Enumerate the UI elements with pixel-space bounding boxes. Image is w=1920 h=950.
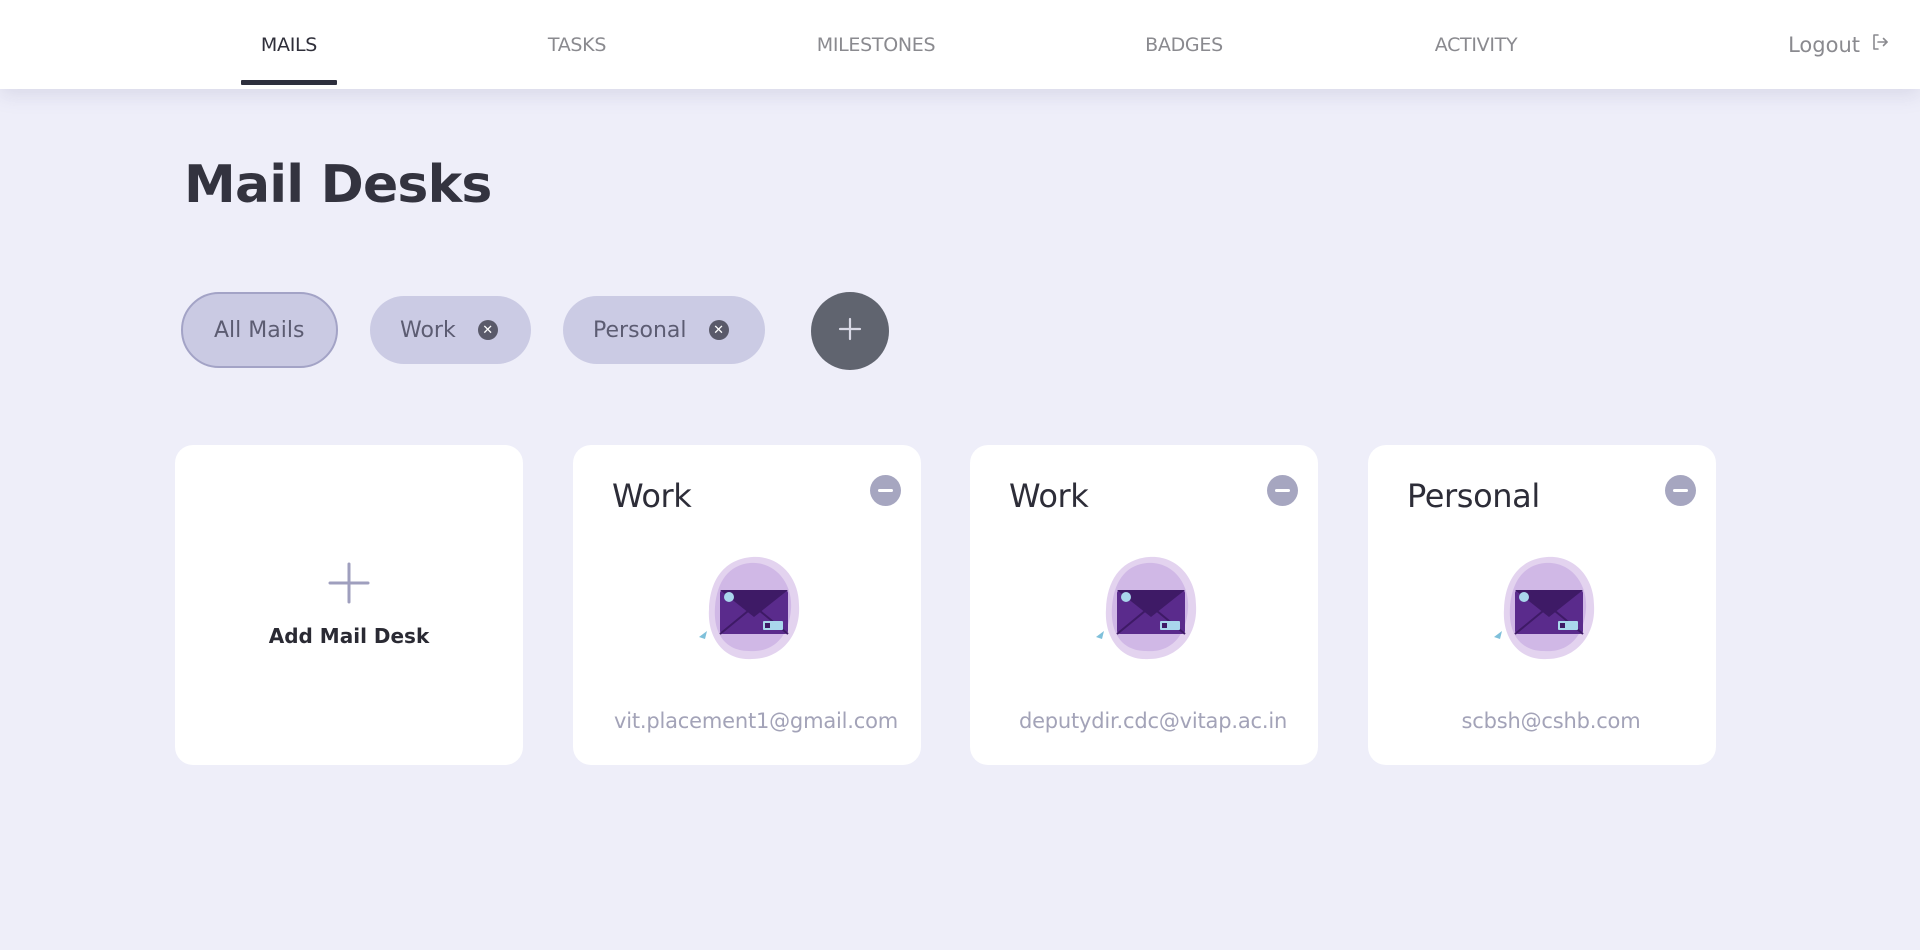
- mail-envelope-illustration: [695, 553, 805, 663]
- tab-tasks[interactable]: TASKS: [536, 0, 618, 89]
- mail-envelope-illustration: [1490, 553, 1600, 663]
- filter-chip-label: Work: [400, 317, 456, 343]
- minus-icon: [1673, 489, 1688, 492]
- tab-milestones-label: MILESTONES: [816, 33, 936, 56]
- mail-desk-card[interactable]: Work vit.placement1@gmail.com: [573, 445, 921, 765]
- mail-desk-title: Work: [1009, 477, 1089, 515]
- tab-badges[interactable]: BADGES: [1138, 0, 1230, 89]
- add-mail-desk-label: Add Mail Desk: [268, 624, 430, 648]
- plus-icon: [328, 562, 370, 608]
- mail-desk-email: vit.placement1@gmail.com: [613, 709, 898, 733]
- close-icon[interactable]: ✕: [477, 320, 498, 340]
- mail-envelope-illustration: [1092, 553, 1202, 663]
- plus-icon: [837, 316, 863, 346]
- filter-chip-work[interactable]: Work ✕: [370, 296, 531, 364]
- tab-badges-label: BADGES: [1145, 33, 1223, 56]
- add-filter-button[interactable]: [811, 292, 889, 370]
- tab-activity-label: ACTIVITY: [1434, 33, 1518, 56]
- tab-mails[interactable]: MAILS: [241, 0, 337, 89]
- minus-icon: [1275, 489, 1290, 492]
- logout-label: Logout: [1788, 32, 1860, 57]
- mail-desk-title: Work: [612, 477, 692, 515]
- tab-tasks-label: TASKS: [547, 33, 607, 56]
- tab-milestones[interactable]: MILESTONES: [812, 0, 940, 89]
- filter-chip-personal[interactable]: Personal ✕: [563, 296, 765, 364]
- add-mail-desk-card[interactable]: Add Mail Desk: [175, 445, 523, 765]
- mail-desk-email: deputydir.cdc@vitap.ac.in: [1018, 709, 1288, 733]
- remove-desk-button[interactable]: [870, 475, 901, 506]
- remove-desk-button[interactable]: [1267, 475, 1298, 506]
- remove-desk-button[interactable]: [1665, 475, 1696, 506]
- minus-icon: [878, 489, 893, 492]
- logout-button[interactable]: Logout: [1788, 0, 1890, 89]
- filter-chip-label: Personal: [593, 317, 687, 343]
- mail-desk-email: scbsh@cshb.com: [1461, 709, 1641, 733]
- tab-activity[interactable]: ACTIVITY: [1427, 0, 1525, 89]
- mail-desk-card[interactable]: Work deputydir.cdc@vitap.ac.in: [970, 445, 1318, 765]
- active-tab-underline: [241, 80, 337, 85]
- tab-mails-label: MAILS: [260, 33, 318, 56]
- top-navigation: MAILS TASKS MILESTONES BADGES ACTIVITY L…: [0, 0, 1920, 89]
- page-title: Mail Desks: [184, 155, 492, 215]
- filter-chip-label: All Mails: [214, 317, 305, 343]
- mail-desk-title: Personal: [1407, 477, 1540, 515]
- mail-desk-card[interactable]: Personal scbsh@cshb.com: [1368, 445, 1716, 765]
- filter-chip-all-mails[interactable]: All Mails: [181, 292, 338, 368]
- close-icon[interactable]: ✕: [708, 320, 729, 340]
- logout-icon: [1870, 32, 1890, 57]
